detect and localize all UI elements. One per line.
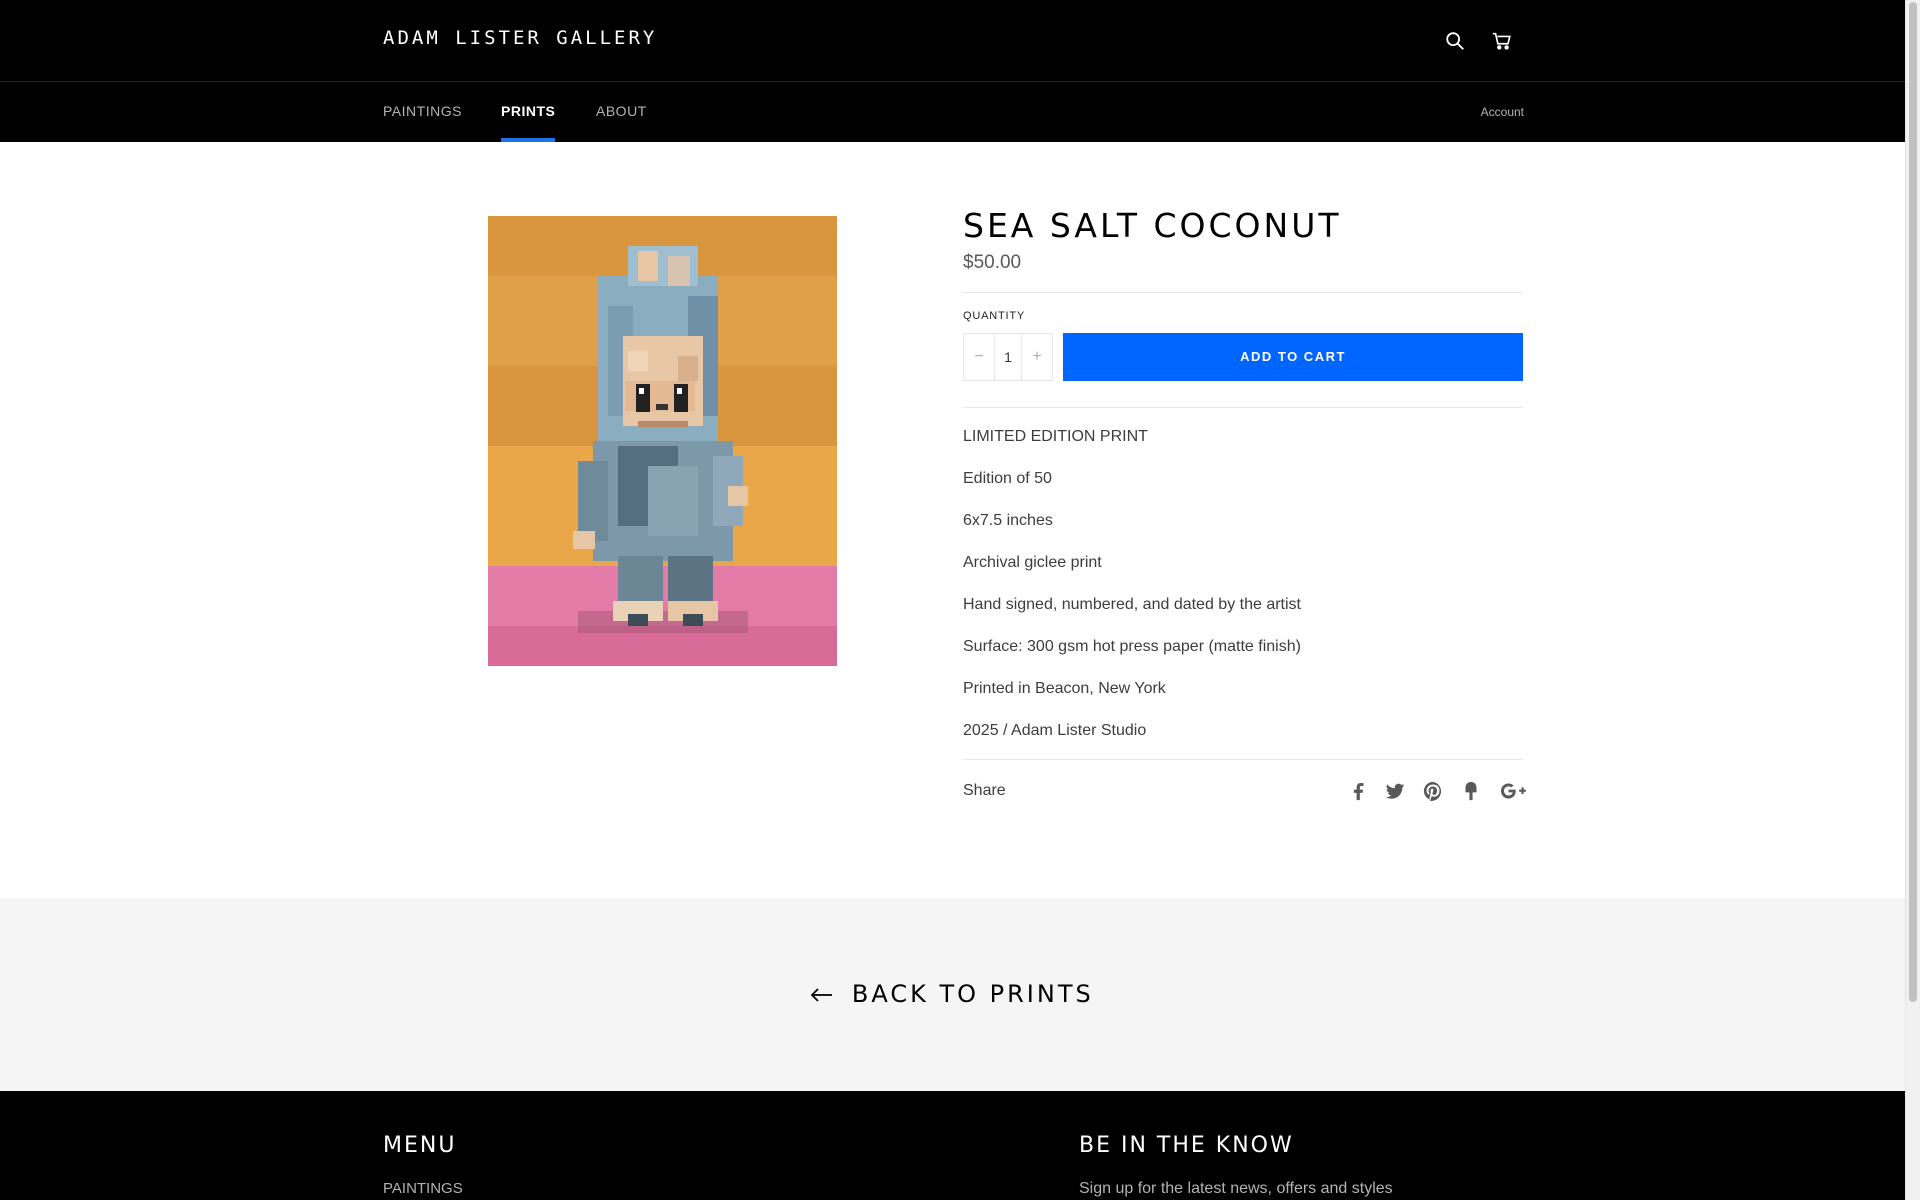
description-line: Hand signed, numbered, and dated by the …: [963, 595, 1301, 613]
footer-menu-title: MENU: [383, 1133, 457, 1158]
product-image[interactable]: [488, 216, 837, 666]
product-section: SEA SALT COCONUT $50.00 QUANTITY − 1 + A…: [0, 142, 1905, 898]
google-plus-icon[interactable]: [1498, 780, 1532, 804]
product-description: LIMITED EDITION PRINT Edition of 50 6x7.…: [963, 427, 1523, 763]
share-label: Share: [963, 781, 1006, 799]
quantity-label: QUANTITY: [963, 309, 1026, 322]
account-link[interactable]: Account: [1481, 105, 1524, 119]
scrollbar[interactable]: [1905, 0, 1920, 1200]
footer-link-paintings[interactable]: PAINTINGS: [383, 1180, 463, 1197]
fancy-icon[interactable]: [1460, 780, 1484, 804]
back-to-prints-label: BACK TO PRINTS: [851, 980, 1094, 1008]
product-details: SEA SALT COCONUT $50.00 QUANTITY − 1 + A…: [963, 206, 1526, 826]
back-section: BACK TO PRINTS: [0, 898, 1905, 1091]
page: ADAM LISTER GALLERY PAINTINGS PRINTS ABO…: [0, 0, 1905, 1200]
description-line: LIMITED EDITION PRINT: [963, 427, 1148, 445]
description-line: Edition of 50: [963, 469, 1052, 487]
description-line: Surface: 300 gsm hot press paper (matte …: [963, 637, 1301, 655]
search-icon[interactable]: [1440, 26, 1470, 56]
nav-item-paintings[interactable]: PAINTINGS: [383, 103, 462, 142]
description-line: Archival giclee print: [963, 553, 1102, 571]
divider: [963, 406, 1523, 408]
quantity-input[interactable]: 1: [994, 333, 1022, 380]
description-line: Printed in Beacon, New York: [963, 679, 1166, 697]
description-line: 2025 / Adam Lister Studio: [963, 721, 1147, 739]
scrollbar-thumb[interactable]: [1909, 2, 1917, 1002]
buy-row: − 1 + ADD TO CART: [963, 332, 1523, 381]
twitter-icon[interactable]: [1384, 780, 1408, 804]
product-title: SEA SALT COCONUT: [963, 206, 1342, 245]
pinterest-icon[interactable]: [1422, 780, 1446, 804]
quantity-decrease-button[interactable]: −: [964, 333, 994, 380]
site-header: ADAM LISTER GALLERY: [0, 0, 1905, 82]
back-to-prints-link[interactable]: BACK TO PRINTS: [0, 980, 1905, 1008]
site-footer: MENU PAINTINGS BE IN THE KNOW Sign up fo…: [0, 1091, 1905, 1200]
nav-item-about[interactable]: ABOUT: [596, 103, 647, 142]
newsletter-text: Sign up for the latest news, offers and …: [1079, 1180, 1393, 1197]
description-line: 6x7.5 inches: [963, 511, 1053, 529]
divider: [963, 291, 1523, 293]
nav-item-prints[interactable]: PRINTS: [501, 103, 556, 142]
footer-newsletter-title: BE IN THE KNOW: [1079, 1133, 1294, 1158]
site-logo[interactable]: ADAM LISTER GALLERY: [383, 27, 657, 49]
quantity-increase-button[interactable]: +: [1022, 333, 1052, 380]
share-row: Share: [963, 760, 1526, 826]
cart-icon[interactable]: [1487, 26, 1517, 56]
main-nav: PAINTINGS PRINTS ABOUT Account: [0, 82, 1905, 142]
quantity-stepper: − 1 +: [963, 332, 1053, 381]
facebook-icon[interactable]: [1347, 780, 1371, 804]
arrow-left-icon: [811, 988, 833, 1002]
add-to-cart-button[interactable]: ADD TO CART: [1063, 332, 1523, 381]
product-price: $50.00: [963, 251, 1022, 273]
